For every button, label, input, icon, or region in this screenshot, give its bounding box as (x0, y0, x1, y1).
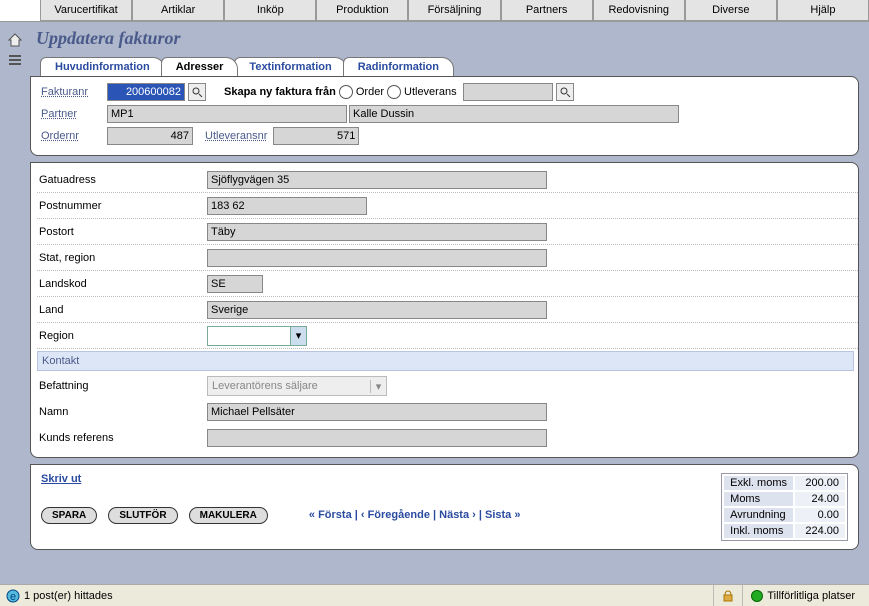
fakturanr-label: Fakturanr (41, 86, 107, 98)
chevron-down-icon: ▾ (370, 380, 386, 393)
status-text: 1 post(er) hittades (24, 590, 113, 602)
partner-code[interactable]: MP1 (107, 105, 347, 123)
total-avr-value: 0.00 (795, 508, 845, 522)
region-label: Region (37, 330, 207, 342)
top-nav: Varucertifikat Artiklar Inköp Produktion… (0, 0, 869, 22)
befattning-label: Befattning (37, 380, 207, 392)
kundref-field[interactable] (207, 429, 547, 447)
spara-button[interactable]: SPARA (41, 507, 97, 524)
search-icon (559, 86, 571, 98)
tab-rad[interactable]: Radinformation (343, 57, 454, 76)
header-panel: Fakturanr 200600082 Skapa ny faktura frå… (30, 76, 859, 156)
fakturanr-field[interactable]: 200600082 (107, 83, 185, 101)
land-label: Land (37, 304, 207, 316)
utleveransnr-field: 571 (273, 127, 359, 145)
utlev-lookup[interactable] (556, 83, 574, 101)
total-moms-label: Moms (724, 492, 793, 506)
ordernr-field: 487 (107, 127, 193, 145)
partner-label: Partner (41, 108, 107, 120)
tab-huvud[interactable]: Huvudinformation (40, 57, 165, 76)
gatuadress-label: Gatuadress (37, 174, 207, 186)
total-avr-label: Avrundning (724, 508, 793, 522)
befattning-dropdown[interactable]: Leverantörens säljare▾ (207, 376, 387, 396)
nav-varucertifikat[interactable]: Varucertifikat (40, 0, 132, 21)
utlev-radio[interactable] (387, 85, 401, 99)
stat-field[interactable] (207, 249, 547, 267)
utlev-label: Utleverans (404, 86, 457, 98)
home-icon[interactable] (7, 32, 23, 48)
postort-label: Postort (37, 226, 207, 238)
address-panel: GatuadressSjöflygvägen 35 Postnummer183 … (30, 162, 859, 458)
region-dropdown[interactable]: ▾ (207, 326, 307, 346)
chevron-down-icon: ▾ (290, 327, 306, 345)
nav-redovisning[interactable]: Redovisning (593, 0, 685, 21)
nav-inkop[interactable]: Inköp (224, 0, 316, 21)
kundref-label: Kunds referens (37, 432, 207, 444)
search-icon (191, 86, 203, 98)
left-rail (0, 22, 30, 584)
check-icon (751, 590, 763, 602)
status-bar: e 1 post(er) hittades Tillförlitliga pla… (0, 584, 869, 606)
order-radio[interactable] (339, 85, 353, 99)
lock-icon (722, 590, 734, 602)
namn-label: Namn (37, 406, 207, 418)
record-nav[interactable]: « Första | ‹ Föregående | Nästa › | Sist… (309, 509, 521, 521)
skriv-ut-link[interactable]: Skriv ut (41, 473, 81, 485)
stat-label: Stat, region (37, 252, 207, 264)
partner-name: Kalle Dussin (349, 105, 679, 123)
landskod-label: Landskod (37, 278, 207, 290)
utleveransnr-label: Utleveransnr (205, 130, 267, 142)
total-moms-value: 24.00 (795, 492, 845, 506)
tab-bar: Huvudinformation Adresser Textinformatio… (40, 57, 859, 76)
ie-icon: e (6, 589, 20, 603)
nav-hjalp[interactable]: Hjälp (777, 0, 869, 21)
footer-panel: Skriv ut SPARA SLUTFÖR MAKULERA « Första… (30, 464, 859, 550)
kontakt-header: Kontakt (37, 351, 854, 371)
slutfor-button[interactable]: SLUTFÖR (108, 507, 177, 524)
skapa-label: Skapa ny faktura från (224, 86, 336, 98)
svg-text:e: e (10, 591, 16, 603)
nav-partners[interactable]: Partners (501, 0, 593, 21)
totals-table: Exkl. moms200.00 Moms24.00 Avrundning0.0… (721, 473, 848, 541)
page-title: Uppdatera fakturor (36, 28, 859, 49)
land-field[interactable]: Sverige (207, 301, 547, 319)
postnummer-field[interactable]: 183 62 (207, 197, 367, 215)
namn-field[interactable]: Michael Pellsäter (207, 403, 547, 421)
total-incl-label: Inkl. moms (724, 524, 793, 538)
status-right: Tillförlitliga platser (767, 590, 855, 602)
makulera-button[interactable]: MAKULERA (189, 507, 268, 524)
tab-adresser[interactable]: Adresser (161, 57, 239, 76)
total-excl-value: 200.00 (795, 476, 845, 490)
postort-field[interactable]: Täby (207, 223, 547, 241)
nav-produktion[interactable]: Produktion (316, 0, 408, 21)
fakturanr-lookup[interactable] (188, 83, 206, 101)
nav-artiklar[interactable]: Artiklar (132, 0, 224, 21)
postnummer-label: Postnummer (37, 200, 207, 212)
tab-text[interactable]: Textinformation (234, 57, 346, 76)
total-incl-value: 224.00 (795, 524, 845, 538)
landskod-field[interactable]: SE (207, 275, 263, 293)
list-icon[interactable] (7, 52, 23, 68)
nav-forsaljning[interactable]: Försäljning (408, 0, 500, 21)
ordernr-label: Ordernr (41, 130, 107, 142)
nav-diverse[interactable]: Diverse (685, 0, 777, 21)
total-excl-label: Exkl. moms (724, 476, 793, 490)
utlev-field[interactable] (463, 83, 553, 101)
order-label: Order (356, 86, 384, 98)
gatuadress-field[interactable]: Sjöflygvägen 35 (207, 171, 547, 189)
